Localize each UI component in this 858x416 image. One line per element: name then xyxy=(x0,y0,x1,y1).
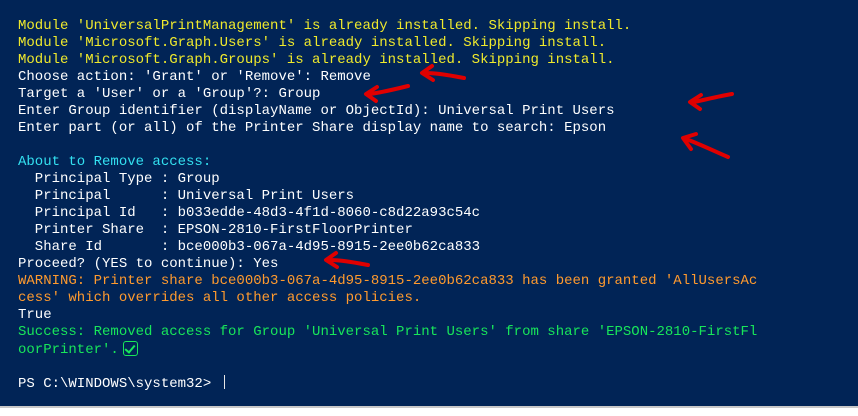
module-installed-message: Module 'UniversalPrintManagement' is alr… xyxy=(18,18,632,34)
check-mark-icon xyxy=(122,341,138,356)
warning-message-continued: cess' which overrides all other access p… xyxy=(18,290,422,306)
text-cursor xyxy=(223,375,225,389)
target-prompt: Target a 'User' or a 'Group'?: Group xyxy=(18,86,321,102)
success-message-text: oorPrinter'. xyxy=(18,342,119,358)
result-value: True xyxy=(18,307,52,323)
powershell-console[interactable]: Module 'UniversalPrintManagement' is alr… xyxy=(0,0,858,408)
annotation-arrow-icon xyxy=(420,64,466,82)
summary-share-id: Share Id : bce000b3-067a-4d95-8915-2ee0b… xyxy=(18,239,481,255)
printer-share-search-prompt: Enter part (or all) of the Printer Share… xyxy=(18,120,607,136)
summary-heading: About to Remove access: xyxy=(18,154,212,170)
warning-message: WARNING: Printer share bce000b3-067a-4d9… xyxy=(18,273,758,289)
annotation-arrow-icon xyxy=(324,251,370,269)
module-installed-message: Module 'Microsoft.Graph.Users' is alread… xyxy=(18,35,607,51)
summary-principal-type: Principal Type : Group xyxy=(18,171,220,187)
annotation-arrow-icon xyxy=(681,132,730,159)
proceed-prompt: Proceed? (YES to continue): Yes xyxy=(18,256,279,272)
success-message: Success: Removed access for Group 'Unive… xyxy=(18,324,758,340)
prompt-path: PS C:\WINDOWS\system32> xyxy=(18,376,220,392)
annotation-arrow-icon xyxy=(688,92,734,111)
annotation-arrow-icon xyxy=(364,84,410,103)
action-prompt: Choose action: 'Grant' or 'Remove': Remo… xyxy=(18,69,371,85)
success-message-continued: oorPrinter'. xyxy=(18,341,138,358)
summary-printer-share: Printer Share : EPSON-2810-FirstFloorPri… xyxy=(18,222,413,238)
module-installed-message: Module 'Microsoft.Graph.Groups' is alrea… xyxy=(18,52,615,68)
group-identifier-prompt: Enter Group identifier (displayName or O… xyxy=(18,103,615,119)
summary-principal: Principal : Universal Print Users xyxy=(18,188,355,204)
summary-principal-id: Principal Id : b033edde-48d3-4f1d-8060-c… xyxy=(18,205,481,221)
command-prompt[interactable]: PS C:\WINDOWS\system32> xyxy=(18,375,225,392)
